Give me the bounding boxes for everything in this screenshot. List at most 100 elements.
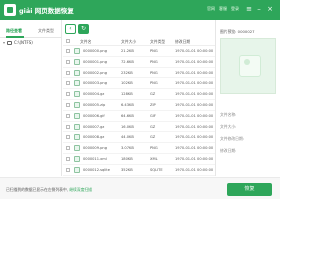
active-tab-indicator [6, 36, 24, 38]
meta-modified-date: 修改日期: [220, 148, 237, 153]
table-row[interactable]: 0000012.sqlite 352KB SQLITE 1970-01-01 00:0… [63, 165, 215, 176]
cell-file-name: 0000002.png [83, 70, 107, 75]
row-checkbox[interactable] [66, 102, 70, 107]
file-icon [74, 48, 80, 54]
file-icon [74, 145, 80, 152]
cell-file-name: 0000005.zip [83, 102, 106, 107]
cell-file-type: PNG [150, 70, 158, 75]
cell-file-date: 1970-01-01 00:00:00 [175, 70, 214, 75]
row-checkbox[interactable] [66, 81, 70, 86]
cell-file-size: 180KB [121, 156, 133, 161]
meta-file-name: 文件名称: [220, 112, 237, 117]
cell-file-name: 0000009.png [83, 146, 107, 151]
header-link-support[interactable]: 客服 [219, 6, 227, 12]
cell-file-size: 16.0KB [121, 124, 134, 129]
row-checkbox[interactable] [66, 124, 70, 129]
toolbar: ‹ ↻ [63, 24, 213, 36]
cell-file-size: 6.43KB [121, 102, 134, 107]
cell-file-name: 0000003.png [83, 81, 107, 86]
table-row[interactable]: 0000005.zip 6.43KB ZIP 1970-01-01 00:00:00 [63, 100, 215, 111]
table-row[interactable]: 0000006.gif 64.6KB GIF 1970-01-01 00:00:00 [63, 111, 215, 122]
cell-file-name: 0000000.png [83, 49, 107, 53]
header-link-official[interactable]: 官网 [207, 6, 215, 12]
header-link-login[interactable]: 登录 [231, 6, 239, 12]
cell-file-type: XML [150, 156, 158, 161]
table-row[interactable]: 0000008.gz 44.0KB GZ 1970-01-01 00:00:00 [63, 132, 215, 144]
preview-panel: 图片预览: 0000027 文件名称: 文件大小: 文件修改日期: 修改日期: [215, 20, 280, 176]
col-header-type[interactable]: 文件类型 [150, 39, 165, 45]
row-checkbox[interactable] [66, 59, 70, 64]
file-icon [74, 166, 80, 173]
recover-button[interactable]: 恢复 [227, 183, 272, 196]
cell-file-name: 0000006.gif [83, 113, 105, 118]
table-row[interactable]: 0000000.png 21.2KB PNG 1970-01-01 00:00:00 [63, 46, 215, 57]
app-window: giải 网页数据恢复 官网 客服 登录 ≡ – × 路径查看 文件类型 ▾ C:… [0, 0, 280, 270]
row-checkbox[interactable] [66, 146, 70, 151]
minimize-icon[interactable]: – [255, 5, 263, 13]
cell-file-date: 1970-01-01 00:00:00 [175, 49, 214, 53]
drive-icon [7, 40, 12, 45]
cell-file-size: 352KB [121, 167, 133, 172]
table-row[interactable]: 0000004.gz 128KB GZ 1970-01-01 00:00:00 [63, 89, 215, 100]
refresh-button[interactable]: ↻ [78, 24, 89, 34]
file-icon [74, 91, 80, 98]
row-checkbox[interactable] [66, 49, 70, 53]
view-tabs: 路径查看 文件类型 [0, 24, 62, 38]
col-header-name[interactable]: 文件名 [80, 39, 91, 45]
table-row[interactable]: 0000009.png 3.07KB PNG 1970-01-01 00:00:00 [63, 143, 215, 154]
deep-scan-link[interactable]: 继续深度扫描 [69, 187, 92, 192]
cell-file-date: 1970-01-01 00:00:00 [175, 167, 214, 172]
preview-title: 图片预览: 0000027 [220, 29, 255, 34]
meta-file-modified: 文件修改日期: [220, 136, 245, 141]
app-logo-icon [4, 4, 16, 16]
file-icon [74, 101, 80, 108]
close-icon[interactable]: × [266, 5, 274, 13]
row-checkbox[interactable] [66, 113, 70, 118]
row-checkbox[interactable] [66, 70, 70, 75]
row-checkbox[interactable] [66, 92, 70, 97]
row-checkbox[interactable] [66, 167, 70, 172]
tab-file-type[interactable]: 文件类型 [38, 28, 54, 34]
row-checkbox[interactable] [66, 156, 70, 161]
row-checkbox[interactable] [66, 135, 70, 140]
cell-file-name: 0000012.sqlite [83, 167, 110, 172]
scan-status-text: 已扫描到的数据已显示在左侧列表中, [6, 187, 68, 192]
app-title: giải 网页数据恢复 [19, 7, 74, 15]
file-icon [74, 155, 80, 162]
file-table: 文件名 文件大小 文件类型 修改日期 0000000.png 21.2KB PNG 1… [63, 37, 215, 187]
table-body: 0000000.png 21.2KB PNG 1970-01-01 00:00:00 0… [63, 46, 215, 187]
cell-file-type: GZ [150, 92, 156, 97]
cell-file-date: 1970-01-01 00:00:00 [175, 59, 214, 64]
table-row[interactable]: 0000002.png 232KB PNG 1970-01-01 00:00:00 [63, 68, 215, 79]
tree-item-drive-c[interactable]: ▾ C:\(NTFS) [3, 40, 33, 45]
cell-file-date: 1970-01-01 00:00:00 [175, 146, 214, 151]
cell-file-name: 0000001.png [83, 59, 107, 64]
cell-file-size: 102KB [121, 81, 133, 86]
cell-file-name: 0000011.xml [83, 156, 107, 161]
table-row[interactable]: 0000007.gz 16.0KB GZ 1970-01-01 00:00:00 [63, 122, 215, 133]
cell-file-date: 1970-01-01 00:00:00 [175, 102, 214, 107]
menu-icon[interactable]: ≡ [245, 5, 253, 13]
cell-file-size: 21.2KB [121, 49, 134, 53]
file-icon [74, 112, 80, 119]
select-all-checkbox[interactable] [66, 39, 70, 43]
cell-file-size: 64.6KB [121, 113, 134, 118]
table-row[interactable]: 0000001.png 72.6KB PNG 1970-01-01 00:00:00 [63, 57, 215, 68]
file-icon [74, 80, 80, 87]
cell-file-date: 1970-01-01 00:00:00 [175, 113, 214, 118]
cell-file-date: 1970-01-01 00:00:00 [175, 124, 214, 129]
tree-item-label: C:\(NTFS) [14, 40, 33, 45]
cell-file-size: 44.0KB [121, 135, 134, 140]
tab-path-view[interactable]: 路径查看 [6, 28, 22, 34]
meta-file-size: 文件大小: [220, 124, 237, 129]
back-button[interactable]: ‹ [65, 24, 76, 34]
col-header-size[interactable]: 文件大小 [121, 39, 136, 45]
cell-file-type: SQLITE [150, 167, 163, 172]
table-row[interactable]: 0000003.png 102KB PNG 1970-01-01 00:00:00 [63, 78, 215, 90]
cell-file-type: PNG [150, 49, 158, 53]
col-header-date[interactable]: 修改日期 [175, 39, 190, 45]
file-icon [74, 58, 80, 65]
cell-file-type: PNG [150, 59, 158, 64]
cell-file-size: 3.07KB [121, 146, 134, 151]
table-row[interactable]: 0000011.xml 180KB XML 1970-01-01 00:00:00 [63, 154, 215, 165]
